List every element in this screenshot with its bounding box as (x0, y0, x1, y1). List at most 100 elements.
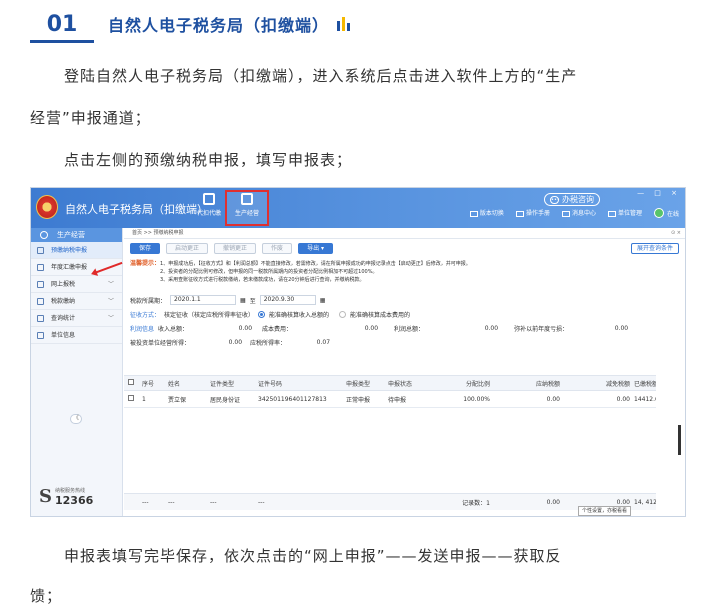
cell-name: 贾立保 (168, 396, 187, 404)
chevron-down-icon: ﹀ (107, 298, 114, 305)
sidebar-item-query-stats[interactable]: 查询统计 ﹀ (31, 310, 122, 327)
tab-withholding[interactable]: 代扣代缴 (189, 192, 229, 224)
home-icon (40, 231, 48, 239)
message-icon (561, 210, 570, 217)
window-controls[interactable]: — □ × (637, 189, 681, 197)
expand-query-button[interactable]: 展开查询条件 (630, 243, 679, 254)
cell-seq: 1 (142, 395, 146, 403)
header-links: 版本切换 操作手册 消息中心 单位管理 在线 (469, 208, 679, 218)
table-row[interactable]: 1 贾立保 居民身份证 342501196401127813 正常申报 待申报 … (124, 391, 656, 408)
income-label: 收入总额： (158, 325, 189, 333)
vertical-scrollbar[interactable] (678, 425, 681, 455)
sidebar-item-tax-payment[interactable]: 税款缴纳 ﹀ (31, 293, 122, 310)
cancel-correction-button[interactable]: 撤销更正 (214, 243, 257, 254)
calendar-icon[interactable]: ▦ (320, 297, 326, 304)
breadcrumb: 首页 >> 预缴纳税申报 ⊙ × (124, 228, 685, 239)
version-switch-link[interactable]: 版本切换 (469, 208, 504, 218)
cell-paid: 14412.6 (634, 395, 656, 403)
foot-c3: --- (210, 498, 217, 506)
tab-withholding-label: 代扣代缴 (196, 210, 221, 217)
tip-1: 1、申报成功后，【征收方式】和【利润总额】不能直接修改，若需修改，请在所属申报成… (160, 261, 471, 267)
sidebar-item-prepay-declaration[interactable]: 预缴纳税申报 (31, 242, 122, 259)
income-value[interactable]: 0.00 (192, 325, 252, 332)
cost-label: 成本费用： (262, 325, 293, 333)
loss-value[interactable]: 0.00 (572, 325, 628, 332)
manual-icon (515, 210, 524, 217)
cell-ratio: 100.00% (463, 395, 490, 403)
hotline: S 纳税服务热线 12366 (39, 486, 93, 507)
select-all-checkbox[interactable] (128, 379, 134, 385)
radio-cost-label: 能准确核算成本费用的 (350, 311, 411, 319)
col-tax-due: 应纳税额 (535, 380, 560, 388)
col-id-type: 证件类型 (210, 380, 235, 388)
sidebar-item-unit-info[interactable]: 单位信息 (31, 327, 122, 344)
paragraph-2: 点击左侧的预缴纳税申报，填写申报表； (64, 151, 353, 169)
col-relief: 减免税额 (605, 380, 630, 388)
chart-icon (37, 315, 44, 322)
save-button[interactable]: 保存 (130, 243, 161, 254)
sidebar-item-online-filing[interactable]: 网上报税 ﹀ (31, 276, 122, 293)
document-icon (37, 247, 44, 254)
row-checkbox[interactable] (128, 395, 134, 401)
tips-label: 温馨提示： (130, 260, 161, 267)
consult-button[interactable]: ••• 办税咨询 (544, 193, 600, 206)
chat-bubble-icon: ••• (550, 195, 560, 204)
period-from-input[interactable]: 2020.1.1 (170, 295, 237, 305)
table-footer: --- --- --- --- 记录数：1 0.00 0.00 14, 412.… (124, 493, 656, 510)
rate-label: 应税所得率： (250, 339, 287, 347)
section-title: 自然人电子税务局（扣缴端） (108, 16, 330, 35)
paragraph-1-line-1: 登陆自然人电子税务局（扣缴端），进入系统后点击进入软件上方的“生产 (64, 67, 578, 85)
online-icon (653, 208, 664, 218)
cell-id-number: 342501196401127813 (258, 395, 327, 403)
sidebar: 生产经营 预缴纳税申报 年度汇缴申报 网上报税 ﹀ 税款缴纳 ﹀ 查询统计 ﹀ … (31, 228, 123, 516)
period-to-input[interactable]: 2020.9.30 (259, 295, 316, 305)
personal-settings-tooltip: 个性设置，亦税看看 (578, 506, 632, 516)
hotline-logo-icon: S (39, 486, 52, 507)
section-header: 01 自然人电子税务局（扣缴端） (30, 6, 351, 42)
radio-cost-accurate[interactable] (339, 310, 347, 318)
close-tab-icon[interactable]: ⊙ × (671, 228, 681, 239)
message-center-link[interactable]: 消息中心 (561, 208, 596, 218)
cost-value[interactable]: 0.00 (296, 325, 378, 332)
cell-id-type: 居民身份证 (210, 396, 241, 404)
main-panel: 首页 >> 预缴纳税申报 ⊙ × 保存 启动更正 撤销更正 作废 导出 ▾ 展开… (124, 228, 685, 516)
profit-total-value[interactable]: 0.00 (428, 325, 498, 332)
levy-label: 征收方式： (130, 311, 161, 319)
col-seq: 序号 (142, 380, 155, 388)
calendar-icon (37, 264, 44, 271)
start-correction-button[interactable]: 启动更正 (166, 243, 209, 254)
version-icon (469, 210, 478, 217)
hotline-number: 12366 (55, 493, 94, 507)
invest-income-label: 被投资单位经营所得： (130, 339, 191, 347)
action-buttons: 保存 启动更正 撤销更正 作废 导出 ▾ (130, 243, 333, 254)
foot-paid: 14, 412.6 (634, 498, 656, 506)
void-button[interactable]: 作废 (262, 243, 293, 254)
sidebar-collapse-button[interactable]: 《 (70, 414, 82, 424)
levy-value: 核定征收（核定应税所得率征收） (164, 311, 255, 319)
hotline-caption: 纳税服务热线 (55, 487, 86, 494)
export-button[interactable]: 导出 ▾ (298, 243, 333, 254)
chevron-down-icon: ﹀ (107, 281, 114, 288)
foot-c2: --- (168, 498, 175, 506)
profit-info-label: 利润信息 (130, 325, 155, 333)
unit-manage-link[interactable]: 单位管理 (607, 208, 642, 218)
tip-3: 3、采用查账征收方式进行税款缴纳，若未缴款成功，请在20分钟后进行查询，并缴纳税… (160, 277, 365, 283)
foot-c1: --- (142, 498, 149, 506)
online-status[interactable]: 在线 (653, 208, 679, 218)
manual-link[interactable]: 操作手册 (515, 208, 550, 218)
app-titlebar: 自然人电子税务局（扣缴端） 代扣代缴 生产经营 ••• 办税咨询 — □ × 版… (31, 188, 685, 228)
cell-decl-type: 正常申报 (346, 396, 371, 404)
section-underline (30, 40, 94, 43)
calendar-icon[interactable]: ▦ (240, 297, 246, 304)
foot-relief: 0.00 (616, 498, 630, 506)
rate-value: 0.07 (316, 338, 331, 346)
send-icon (37, 281, 44, 288)
withholding-icon (203, 193, 215, 205)
loss-label: 弥补以前年度亏损： (514, 325, 569, 333)
profit-total-label: 利润总额： (394, 325, 425, 333)
tab-production-operation[interactable]: 生产经营 (225, 190, 269, 226)
paragraph-3-line-2: 馈； (30, 587, 63, 605)
tab-production-label: 生产经营 (234, 210, 259, 217)
radio-income-accurate[interactable] (258, 310, 266, 318)
unit-icon (607, 210, 616, 217)
